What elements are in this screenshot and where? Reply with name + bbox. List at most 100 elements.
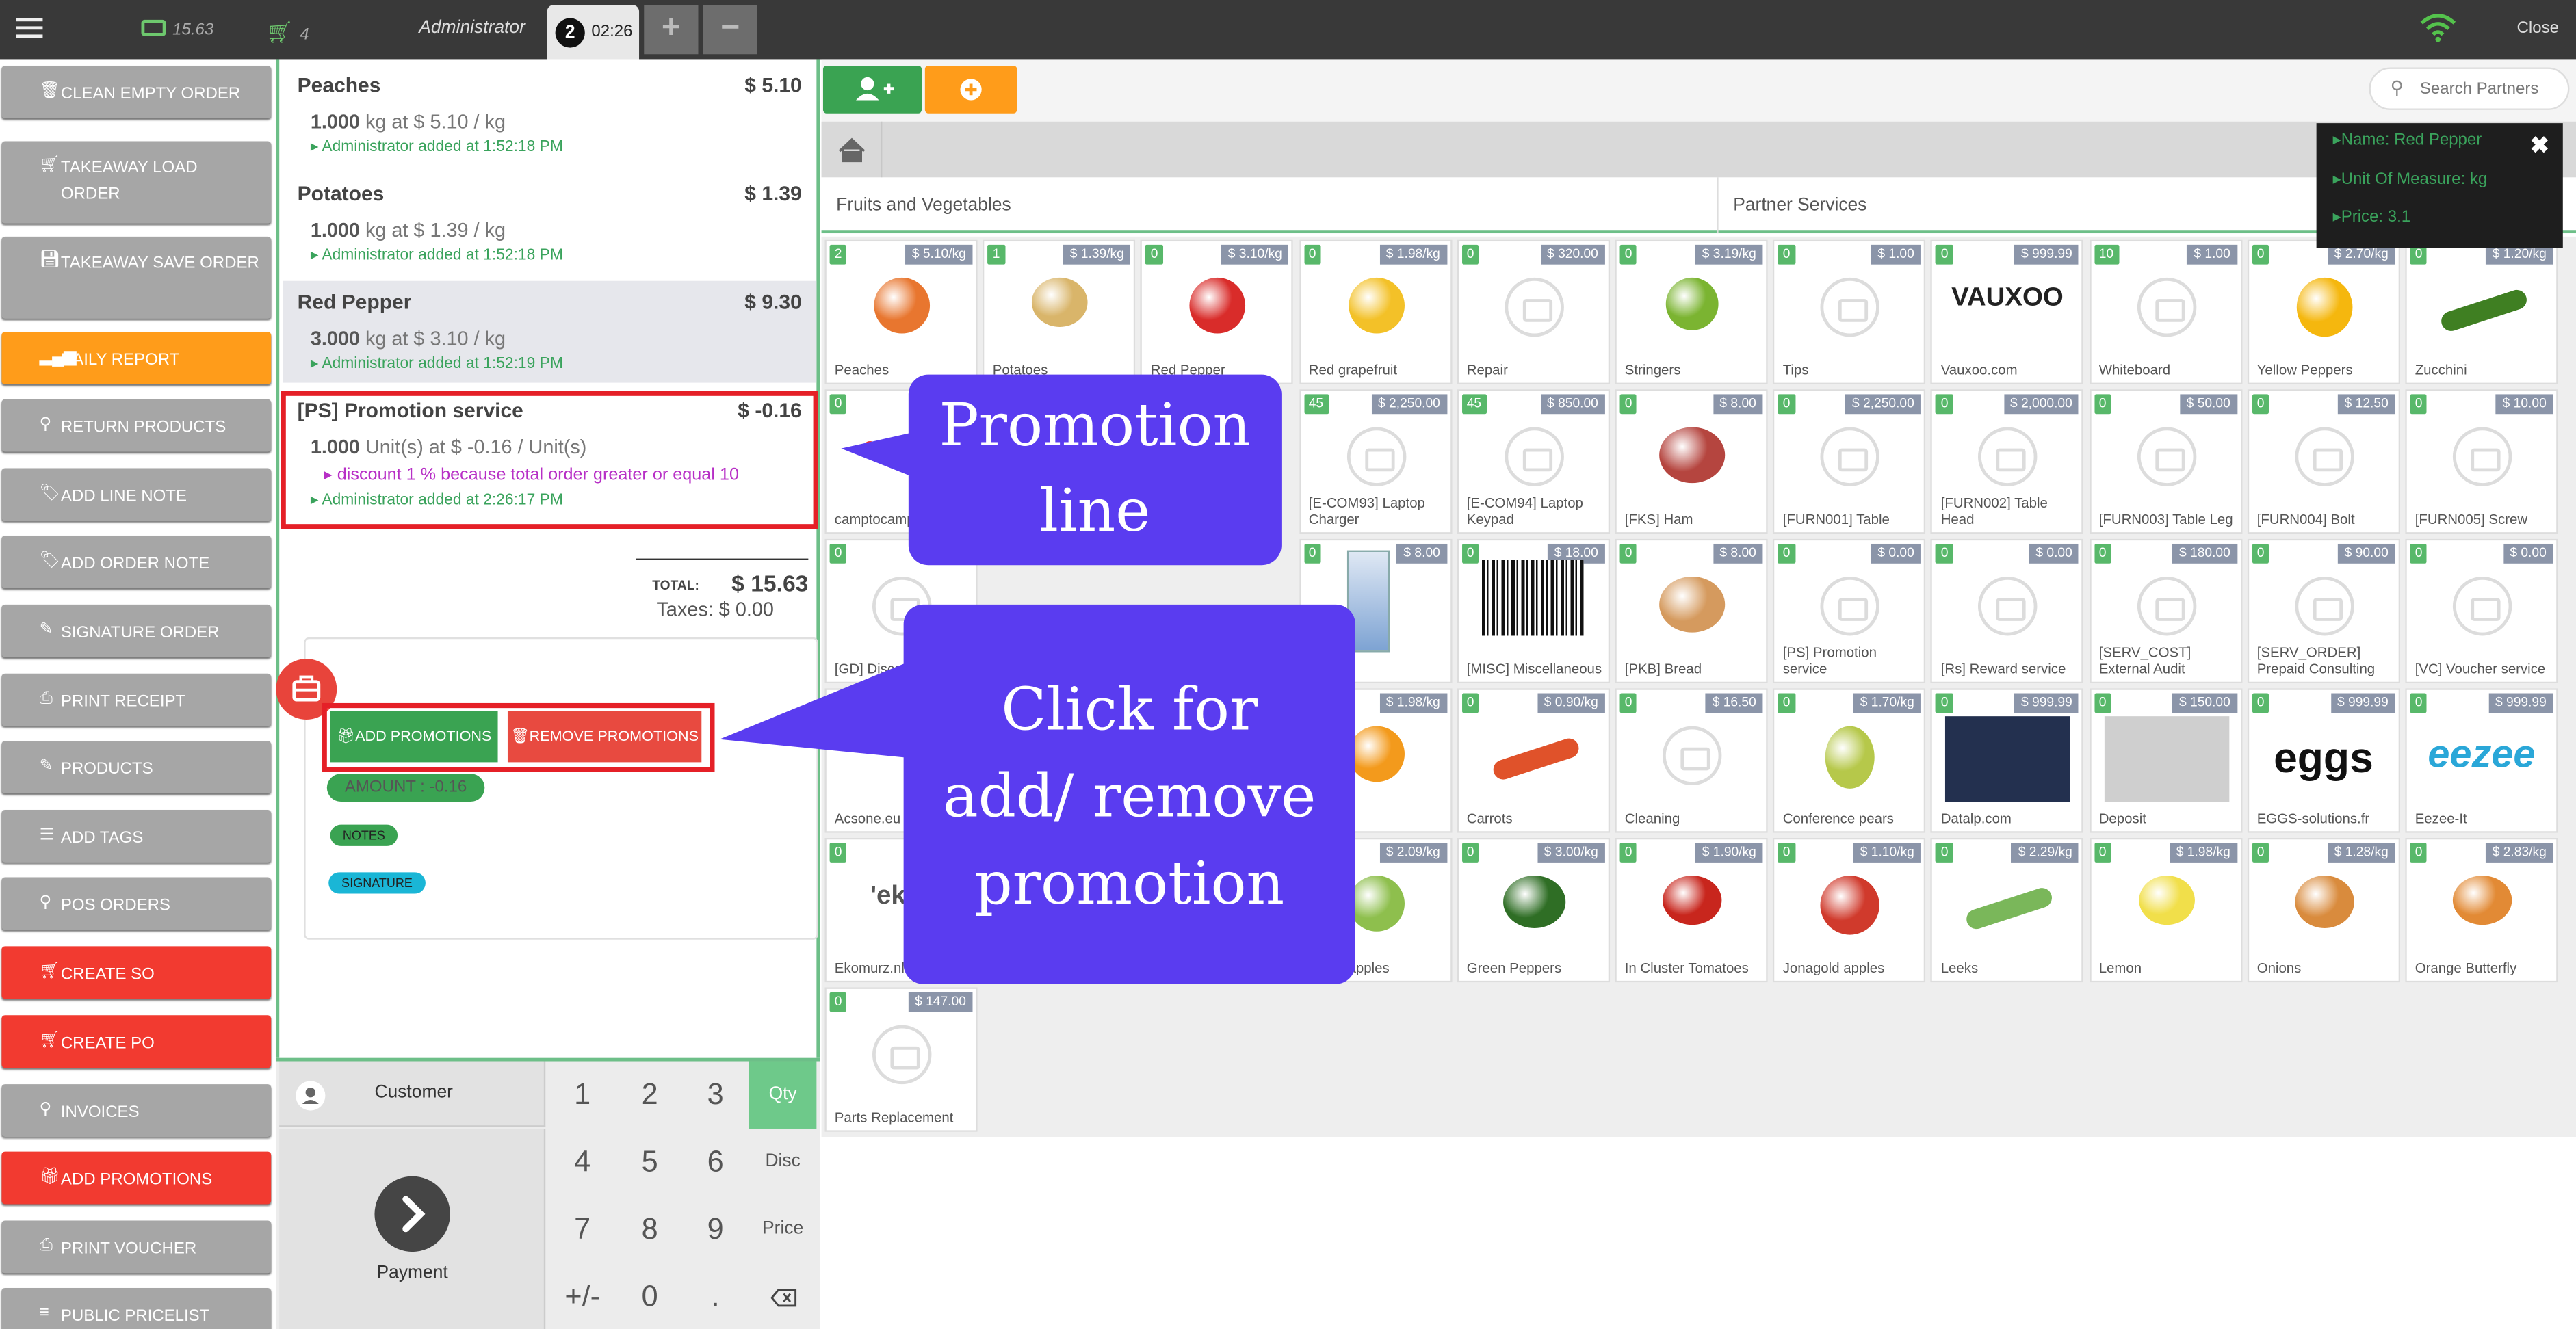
product-card[interactable]: 0 $ 12.50 [FURN004] Bolt [2247, 389, 2400, 534]
add-button[interactable] [924, 66, 1017, 114]
sidebar-button-add-order-note[interactable]: 🏷︎ ADD ORDER NOTE [1, 535, 272, 588]
order-line-red-pepper[interactable]: Red Pepper $ 9.30 3.000 kg at $ 3.10 / k… [282, 280, 817, 383]
search-partners-field[interactable]: ⚲ Search Partners [2369, 67, 2570, 110]
cash-indicator[interactable]: 15.63 [141, 19, 213, 40]
sidebar-button-pos-orders[interactable]: ⚲ POS ORDERS [1, 877, 272, 930]
product-card[interactable]: 0 $ 2,000.00 [FURN002] Table Head [1931, 389, 2084, 534]
sidebar-button-public-pricelist[interactable]: ≡ PUBLIC PRICELIST [1, 1287, 272, 1329]
category-partner-services[interactable]: Partner Services [1719, 177, 2408, 233]
sidebar-button-add-promotions[interactable]: 🎁︎ ADD PROMOTIONS [1, 1151, 272, 1205]
home-button[interactable] [822, 121, 883, 178]
payment-button[interactable]: Payment [279, 1128, 546, 1329]
cart-indicator[interactable]: 🛒︎ 4 [266, 20, 309, 46]
user-name[interactable]: Administrator [419, 18, 525, 38]
qty-mode-button[interactable]: Qty [749, 1061, 817, 1129]
add-order-button[interactable]: + [644, 5, 699, 55]
product-card[interactable]: 0 $ 0.00 [Rs] Reward service [1931, 538, 2084, 684]
price-mode-button[interactable]: Price [749, 1196, 816, 1263]
numpad-key[interactable]: 2 [616, 1062, 683, 1129]
product-card[interactable]: 0 $ 1.10/kg Jonagold apples [1773, 837, 1926, 983]
sidebar-button-invoices[interactable]: ⚲ INVOICES [1, 1084, 272, 1137]
product-card[interactable]: 0 $ 0.00 [VC] Voucher service [2405, 538, 2558, 684]
product-card[interactable]: 0 $ 3.00/kg Green Peppers [1457, 837, 1610, 983]
sidebar-button-create-po[interactable]: 🛒︎ CREATE PO [1, 1015, 272, 1068]
sidebar-button-add-tags[interactable]: ☰ ADD TAGS [1, 810, 272, 863]
sidebar-button-clean-empty-order[interactable]: 🗑︎ CLEAN EMPTY ORDER [1, 66, 272, 118]
remove-promotions-button[interactable]: 🗑︎REMOVE PROMOTIONS [507, 711, 702, 763]
product-card[interactable]: 0 $ 1.90/kg In Cluster Tomatoes [1615, 837, 1768, 983]
product-card[interactable]: 0 $ 1.28/kg Onions [2247, 837, 2400, 983]
add-promotions-button[interactable]: 🎁︎ADD PROMOTIONS [330, 711, 498, 763]
product-card[interactable]: 0 $ 16.50 Cleaning [1615, 688, 1768, 833]
product-card[interactable]: 0 $ 1.20/kg Zucchini [2405, 239, 2558, 385]
numpad-key[interactable]: 1 [549, 1062, 616, 1129]
product-card[interactable]: 0 $ 18.00 [MISC] Miscellaneous [1457, 538, 1610, 684]
order-tab[interactable]: 2 02:26 [547, 5, 640, 60]
product-card[interactable]: 0 $ 1.70/kg Conference pears [1773, 688, 1926, 833]
product-card[interactable]: 0 $ 3.19/kg Stringers [1615, 239, 1768, 385]
order-line-peaches[interactable]: Peaches $ 5.10 1.000 kg at $ 5.10 / kg ▸… [283, 64, 816, 166]
sidebar-button-daily-report[interactable]: ▂▄▆ DAILY REPORT [1, 332, 272, 385]
product-card[interactable]: 0 $ 150.00 Deposit [2089, 688, 2242, 833]
numpad-key[interactable]: 9 [681, 1196, 749, 1263]
trash-icon: 🗑︎ [510, 727, 530, 744]
product-card[interactable]: 0 $ 3.10/kg Red Pepper [1141, 239, 1294, 385]
product-card[interactable]: 0 $ 2,250.00 [FURN001] Table [1773, 389, 1926, 534]
product-card[interactable]: 0 $ 1.98/kg Red grapefruit [1299, 239, 1452, 385]
product-card[interactable]: 0 $ 1.00 Tips [1773, 239, 1926, 385]
product-card[interactable]: 0 $ 90.00 [SERV_ORDER] Prepaid Consulting [2247, 538, 2400, 684]
product-card[interactable]: 2 $ 5.10/kg Peaches [824, 239, 978, 385]
backspace-icon[interactable] [749, 1263, 816, 1329]
sidebar-button-takeaway-save-order[interactable]: 💾︎ TAKEAWAY SAVE ORDER [1, 236, 272, 319]
product-card[interactable]: 0 $ 50.00 [FURN003] Table Leg [2089, 389, 2242, 534]
customer-button[interactable]: Customer [279, 1061, 546, 1127]
notes-button[interactable]: NOTES [330, 824, 398, 846]
menu-icon[interactable] [16, 18, 43, 41]
remove-order-button[interactable]: − [703, 5, 757, 55]
numpad-key[interactable]: 8 [616, 1196, 683, 1263]
product-card[interactable]: 0 $ 0.90/kg Carrots [1457, 688, 1610, 833]
numpad-key[interactable]: 3 [681, 1062, 749, 1129]
product-card[interactable]: 45 $ 2,250.00 [E-COM93] Laptop Charger [1299, 389, 1452, 534]
sidebar-button-print-voucher[interactable]: ⎙ PRINT VOUCHER [1, 1220, 272, 1274]
close-icon[interactable]: ✖ [2530, 131, 2549, 159]
product-card[interactable]: 1 $ 1.39/kg Potatoes [983, 239, 1136, 385]
numpad-key[interactable]: +/- [549, 1263, 616, 1329]
product-card[interactable]: 0 $ 999.99 eggs EGGS-solutions.fr [2247, 688, 2400, 833]
order-line-potatoes[interactable]: Potatoes $ 1.39 1.000 kg at $ 1.39 / kg … [283, 172, 816, 274]
product-card[interactable]: 0 $ 2.83/kg Orange Butterfly [2405, 837, 2558, 983]
signature-button[interactable]: SIGNATURE [328, 872, 426, 894]
sidebar-button-products[interactable]: ✎ PRODUCTS [1, 741, 272, 794]
sidebar-button-takeaway-load-order[interactable]: 🛒︎ TAKEAWAY LOAD ORDER [1, 141, 272, 224]
sidebar-button-print-receipt[interactable]: ⎙ PRINT RECEIPT [1, 673, 272, 726]
sidebar-button-create-so[interactable]: 🛒︎ CREATE SO [1, 946, 272, 999]
disc-mode-button[interactable]: Disc [749, 1129, 816, 1196]
product-card[interactable]: 0 $ 999.99 Datalp.com [1931, 688, 2084, 833]
product-card[interactable]: 0 $ 999.99 VAUXOO Vauxoo.com [1931, 239, 2084, 385]
close-button[interactable]: Close [2517, 20, 2559, 38]
product-card[interactable]: 0 $ 0.00 [PS] Promotion service [1773, 538, 1926, 684]
numpad-key[interactable]: 6 [681, 1129, 749, 1196]
product-card[interactable]: 0 $ 999.99 eezee Eezee-It [2405, 688, 2558, 833]
product-card[interactable]: 0 $ 1.98/kg Lemon [2089, 837, 2242, 983]
numpad-key[interactable]: 7 [549, 1196, 616, 1263]
numpad-key[interactable]: 4 [549, 1129, 616, 1196]
product-card[interactable]: 0 $ 10.00 [FURN005] Screw [2405, 389, 2558, 534]
product-card[interactable]: 45 $ 850.00 [E-COM94] Laptop Keypad [1457, 389, 1610, 534]
product-card[interactable]: 0 $ 2.70/kg Yellow Peppers [2247, 239, 2400, 385]
sidebar-button-signature-order[interactable]: ✎ SIGNATURE ORDER [1, 604, 272, 657]
category-fruits-vegetables[interactable]: Fruits and Vegetables [822, 177, 1719, 234]
add-customer-button[interactable] [822, 66, 922, 114]
product-card[interactable]: 0 $ 2.29/kg Leeks [1931, 837, 2084, 983]
product-card[interactable]: 10 $ 1.00 Whiteboard [2089, 239, 2242, 385]
sidebar-button-return-products[interactable]: ⚲ RETURN PRODUCTS [1, 399, 272, 452]
numpad-key[interactable]: 5 [616, 1129, 683, 1196]
product-card[interactable]: 0 $ 180.00 [SERV_COST] External Audit [2089, 538, 2242, 684]
sidebar-button-add-line-note[interactable]: 🏷︎ ADD LINE NOTE [1, 468, 272, 521]
product-card[interactable]: 0 $ 8.00 [PKB] Bread [1615, 538, 1768, 684]
product-card[interactable]: 0 $ 320.00 Repair [1457, 239, 1610, 385]
numpad-key[interactable]: 0 [616, 1263, 683, 1329]
numpad-key[interactable]: . [681, 1263, 749, 1329]
product-card[interactable]: 0 $ 8.00 [FKS] Ham [1615, 389, 1768, 534]
product-card[interactable]: 0 $ 147.00 Parts Replacement [824, 987, 978, 1132]
